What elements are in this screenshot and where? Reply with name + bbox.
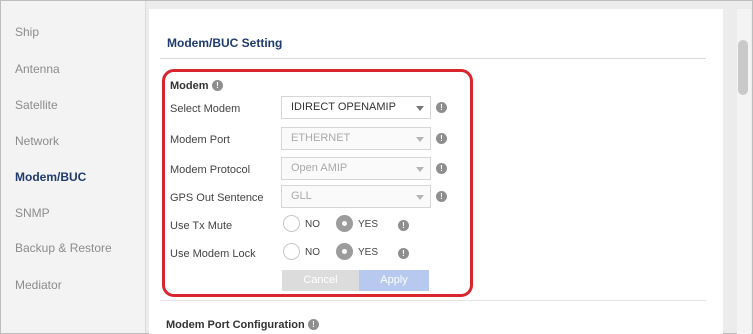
modem-port-configuration-title: Modem Port Configuration: [166, 319, 305, 331]
sidebar-item-snmp[interactable]: SNMP: [15, 206, 50, 220]
sidebar-item-mediator[interactable]: Mediator: [15, 278, 62, 292]
gps-out-sentence-dropdown[interactable]: GLL: [281, 185, 431, 208]
sidebar: Ship Antenna Satellite Network Modem/BUC…: [1, 1, 146, 333]
page-title: Modem/BUC Setting: [167, 36, 283, 50]
apply-button[interactable]: Apply: [359, 270, 429, 291]
modem-lock-yes-radio[interactable]: [336, 243, 353, 260]
chevron-down-icon: [416, 167, 424, 172]
tx-mute-no-label: NO: [305, 219, 320, 230]
info-icon[interactable]: !: [398, 220, 409, 231]
info-icon[interactable]: !: [436, 102, 447, 113]
sidebar-item-antenna[interactable]: Antenna: [15, 62, 60, 76]
modem-port-value: ETHERNET: [291, 132, 351, 144]
info-icon[interactable]: !: [436, 191, 447, 202]
title-divider: [160, 58, 706, 59]
tx-mute-yes-label: YES: [358, 219, 379, 230]
gps-out-sentence-value: GLL: [291, 190, 312, 202]
select-modem-label: Select Modem: [170, 103, 241, 115]
modem-section-title: Modem: [170, 80, 209, 92]
sidebar-item-satellite[interactable]: Satellite: [15, 98, 58, 112]
tx-mute-yes-radio[interactable]: [336, 215, 353, 232]
info-icon[interactable]: !: [436, 163, 447, 174]
modem-protocol-dropdown[interactable]: Open AMIP: [281, 157, 431, 180]
tx-mute-no-radio[interactable]: [283, 215, 300, 232]
chevron-down-icon: [416, 137, 424, 142]
sidebar-item-backup-restore[interactable]: Backup & Restore: [15, 241, 112, 255]
section-divider: [160, 300, 706, 301]
scrollbar-thumb[interactable]: [738, 40, 748, 95]
modem-protocol-value: Open AMIP: [291, 162, 348, 174]
info-icon[interactable]: !: [308, 319, 319, 330]
info-icon[interactable]: !: [398, 248, 409, 259]
sidebar-item-network[interactable]: Network: [15, 134, 59, 148]
modem-port-label: Modem Port: [170, 134, 230, 146]
modem-lock-no-radio[interactable]: [283, 243, 300, 260]
use-tx-mute-label: Use Tx Mute: [170, 220, 233, 232]
info-icon[interactable]: !: [436, 133, 447, 144]
modem-lock-no-label: NO: [305, 247, 320, 258]
sidebar-item-modem-buc[interactable]: Modem/BUC: [15, 170, 86, 184]
info-icon[interactable]: !: [212, 80, 223, 91]
chevron-down-icon: [416, 195, 424, 200]
select-modem-dropdown[interactable]: IDIRECT OPENAMIP: [281, 96, 431, 119]
modem-protocol-label: Modem Protocol: [170, 164, 251, 176]
use-modem-lock-label: Use Modem Lock: [170, 248, 256, 260]
cancel-button[interactable]: Cancel: [282, 270, 359, 291]
select-modem-value: IDIRECT OPENAMIP: [291, 101, 396, 113]
gps-out-sentence-label: GPS Out Sentence: [170, 192, 264, 204]
modem-lock-yes-label: YES: [358, 247, 379, 258]
chevron-down-icon: [416, 106, 424, 111]
modem-port-dropdown[interactable]: ETHERNET: [281, 127, 431, 150]
sidebar-item-ship[interactable]: Ship: [15, 25, 39, 39]
